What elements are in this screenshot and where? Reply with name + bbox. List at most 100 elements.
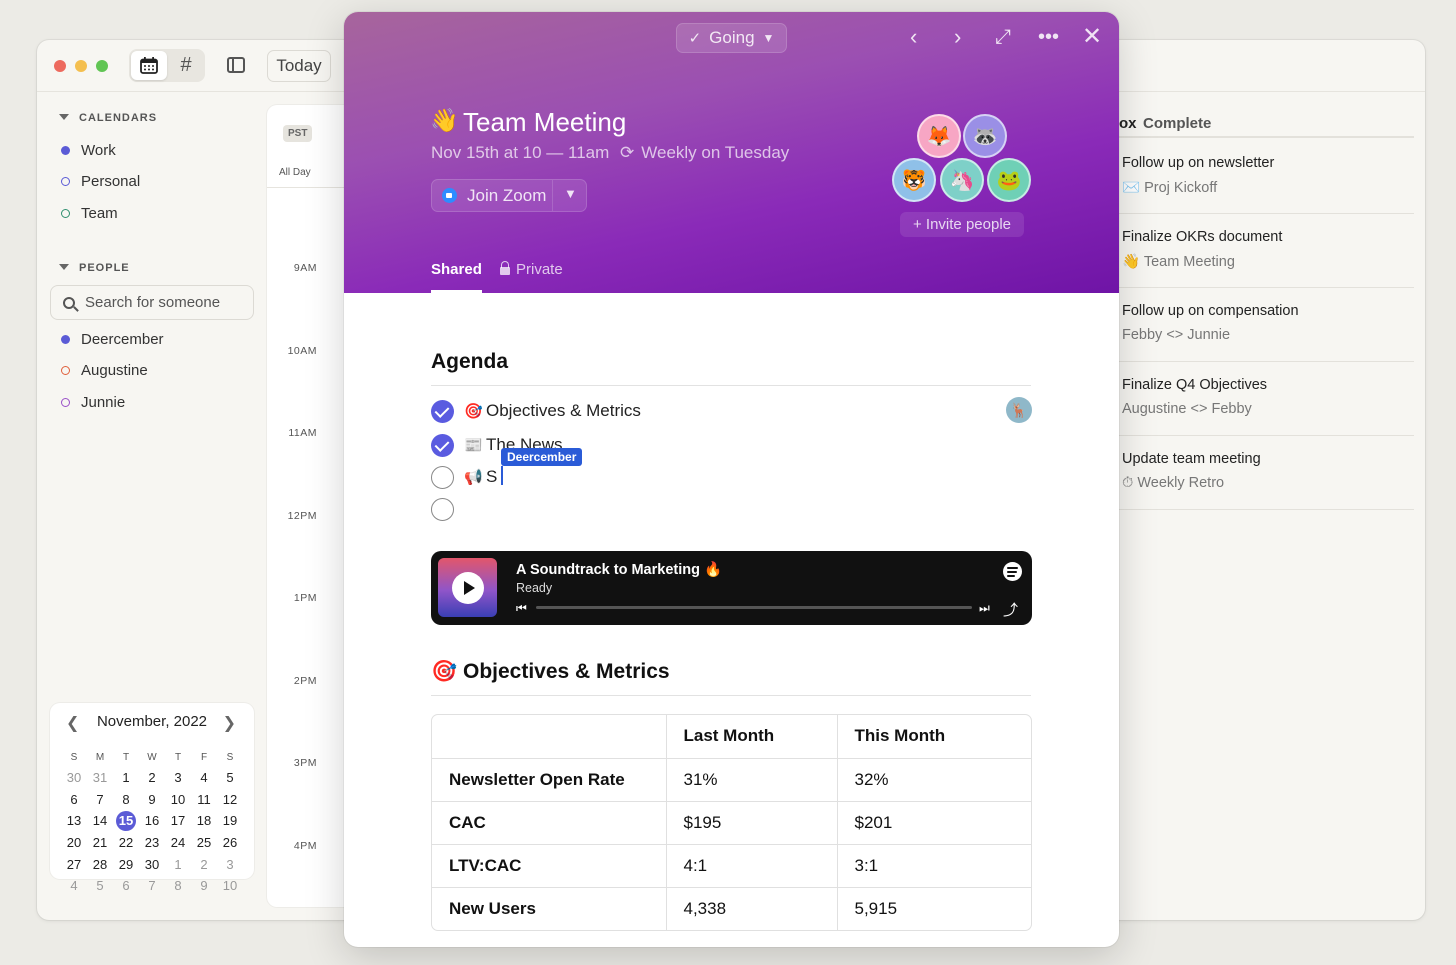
calendar-day[interactable]: 29	[113, 854, 139, 876]
table-header-cell[interactable]: This Month	[837, 715, 1031, 759]
calendar-day[interactable]: 4	[61, 875, 87, 897]
table-cell[interactable]: New Users	[432, 887, 667, 930]
rsvp-dropdown[interactable]: ✓ Going ▼	[676, 23, 787, 53]
zoom-window-button[interactable]	[96, 60, 108, 72]
minimize-window-button[interactable]	[75, 60, 87, 72]
close-window-button[interactable]	[54, 60, 66, 72]
task-item[interactable]: Update team meeting ⏱ Weekly Retro	[1119, 436, 1414, 510]
calendar-day[interactable]: 11	[191, 789, 217, 811]
skip-forward-icon[interactable]: ⏭	[979, 601, 990, 616]
today-button[interactable]: Today	[267, 50, 331, 82]
table-cell[interactable]: 4:1	[666, 844, 838, 888]
share-icon[interactable]: ⤴	[1003, 599, 1018, 620]
calendar-day[interactable]: 7	[139, 875, 165, 897]
calendar-day[interactable]: 31	[87, 767, 113, 789]
checkbox-checked[interactable]	[431, 433, 454, 457]
person-item-augustine[interactable]: Augustine	[61, 362, 148, 379]
checkbox-unchecked[interactable]	[431, 497, 454, 521]
calendar-day[interactable]: 8	[165, 875, 191, 897]
table-cell[interactable]: 31%	[666, 758, 838, 802]
agenda-item[interactable]	[431, 496, 464, 522]
table-header-cell[interactable]	[432, 715, 667, 759]
table-cell[interactable]: Newsletter Open Rate	[432, 758, 667, 802]
attendee-avatar[interactable]: 🦝	[963, 114, 1007, 158]
calendar-item-team[interactable]: Team	[61, 205, 118, 222]
chevron-right-icon[interactable]: ›	[954, 26, 961, 48]
expand-icon[interactable]: ⤢	[995, 26, 1011, 48]
calendar-day[interactable]: 4	[191, 767, 217, 789]
close-icon[interactable]: ✕	[1082, 25, 1102, 49]
calendar-day[interactable]: 1	[165, 854, 191, 876]
people-section-header[interactable]: PEOPLE	[59, 262, 130, 274]
calendars-section-header[interactable]: CALENDARS	[59, 112, 157, 124]
table-cell[interactable]: 4,338	[666, 887, 838, 930]
join-zoom-button[interactable]: Join Zoom ▼	[431, 179, 587, 212]
task-item[interactable]: Finalize OKRs document 👋 Team Meeting	[1119, 214, 1414, 288]
calendar-day[interactable]: 10	[165, 789, 191, 811]
tab-inbox[interactable]: ox	[1119, 115, 1137, 132]
calendar-item-personal[interactable]: Personal	[61, 173, 140, 190]
checkbox-unchecked[interactable]	[431, 465, 454, 489]
tab-private[interactable]: Private	[500, 261, 563, 278]
attendee-avatar[interactable]: 🐸	[987, 158, 1031, 202]
calendar-day[interactable]: 16	[139, 810, 165, 832]
calendar-day[interactable]: 17	[165, 810, 191, 832]
calendar-day[interactable]: 30	[61, 767, 87, 789]
chevron-down-icon[interactable]: ▼	[564, 186, 577, 201]
calendar-day[interactable]: 22	[113, 832, 139, 854]
calendar-day[interactable]: 9	[191, 875, 217, 897]
calendar-day[interactable]: 8	[113, 789, 139, 811]
calendar-day[interactable]: 3	[165, 767, 191, 789]
person-item-junnie[interactable]: Junnie	[61, 394, 125, 411]
invite-people-button[interactable]: + Invite people	[900, 212, 1024, 237]
attendee-avatar[interactable]: 🦄	[940, 158, 984, 202]
task-item[interactable]: Follow up on compensation Febby <> Junnie	[1119, 288, 1414, 362]
agenda-item[interactable]: 🎯 Objectives & Metrics	[431, 398, 641, 424]
attendee-avatar[interactable]: 🦊	[917, 114, 961, 158]
event-recurrence[interactable]: ⟳ Weekly on Tuesday	[620, 143, 789, 163]
spotify-icon[interactable]	[1003, 562, 1022, 581]
calendar-day[interactable]: 19	[217, 810, 243, 832]
calendar-day[interactable]: 12	[217, 789, 243, 811]
calendar-day[interactable]: 6	[113, 875, 139, 897]
calendar-day[interactable]: 25	[191, 832, 217, 854]
table-cell[interactable]: CAC	[432, 801, 667, 845]
skip-back-icon[interactable]: ⏮	[516, 601, 527, 616]
calendar-day[interactable]: 1	[113, 767, 139, 789]
chevron-left-icon[interactable]: ‹	[910, 26, 917, 48]
calendar-day[interactable]: 14	[87, 810, 113, 832]
calendar-day[interactable]: 15	[113, 810, 139, 832]
calendar-day[interactable]: 30	[139, 854, 165, 876]
calendar-day[interactable]: 20	[61, 832, 87, 854]
tab-shared[interactable]: Shared	[431, 261, 482, 278]
attendee-avatar[interactable]: 🐯	[892, 158, 936, 202]
progress-bar[interactable]	[536, 606, 972, 609]
more-icon[interactable]: •••	[1038, 26, 1059, 48]
table-cell[interactable]: 32%	[837, 758, 1031, 802]
calendar-day[interactable]: 10	[217, 875, 243, 897]
track-title[interactable]: A Soundtrack to Marketing 🔥	[516, 561, 722, 578]
calendar-day[interactable]: 2	[191, 854, 217, 876]
assignee-avatar[interactable]: 🦌	[1006, 397, 1032, 423]
people-search-input[interactable]: Search for someone	[50, 285, 254, 320]
task-item[interactable]: Finalize Q4 Objectives Augustine <> Febby	[1119, 362, 1414, 436]
calendar-day[interactable]: 27	[61, 854, 87, 876]
event-time[interactable]: Nov 15th at 10 — 11am	[431, 143, 609, 163]
play-button[interactable]	[452, 572, 484, 604]
sidebar-toggle-icon[interactable]	[227, 57, 245, 73]
agenda-item[interactable]: 📢 S	[431, 464, 497, 490]
tab-complete[interactable]: Complete	[1143, 115, 1211, 132]
calendar-day[interactable]: 3	[217, 854, 243, 876]
calendar-day[interactable]: 13	[61, 810, 87, 832]
calendar-item-work[interactable]: Work	[61, 142, 116, 159]
chevron-right-icon[interactable]: ❯	[223, 713, 236, 733]
calendar-day[interactable]: 18	[191, 810, 217, 832]
calendar-day[interactable]: 2	[139, 767, 165, 789]
table-cell[interactable]: 3:1	[837, 844, 1031, 888]
person-item-deercember[interactable]: Deercember	[61, 331, 164, 348]
calendar-day[interactable]: 7	[87, 789, 113, 811]
calendar-day[interactable]: 24	[165, 832, 191, 854]
calendar-day[interactable]: 23	[139, 832, 165, 854]
calendar-day[interactable]: 5	[217, 767, 243, 789]
event-title[interactable]: Team Meeting	[463, 107, 626, 138]
